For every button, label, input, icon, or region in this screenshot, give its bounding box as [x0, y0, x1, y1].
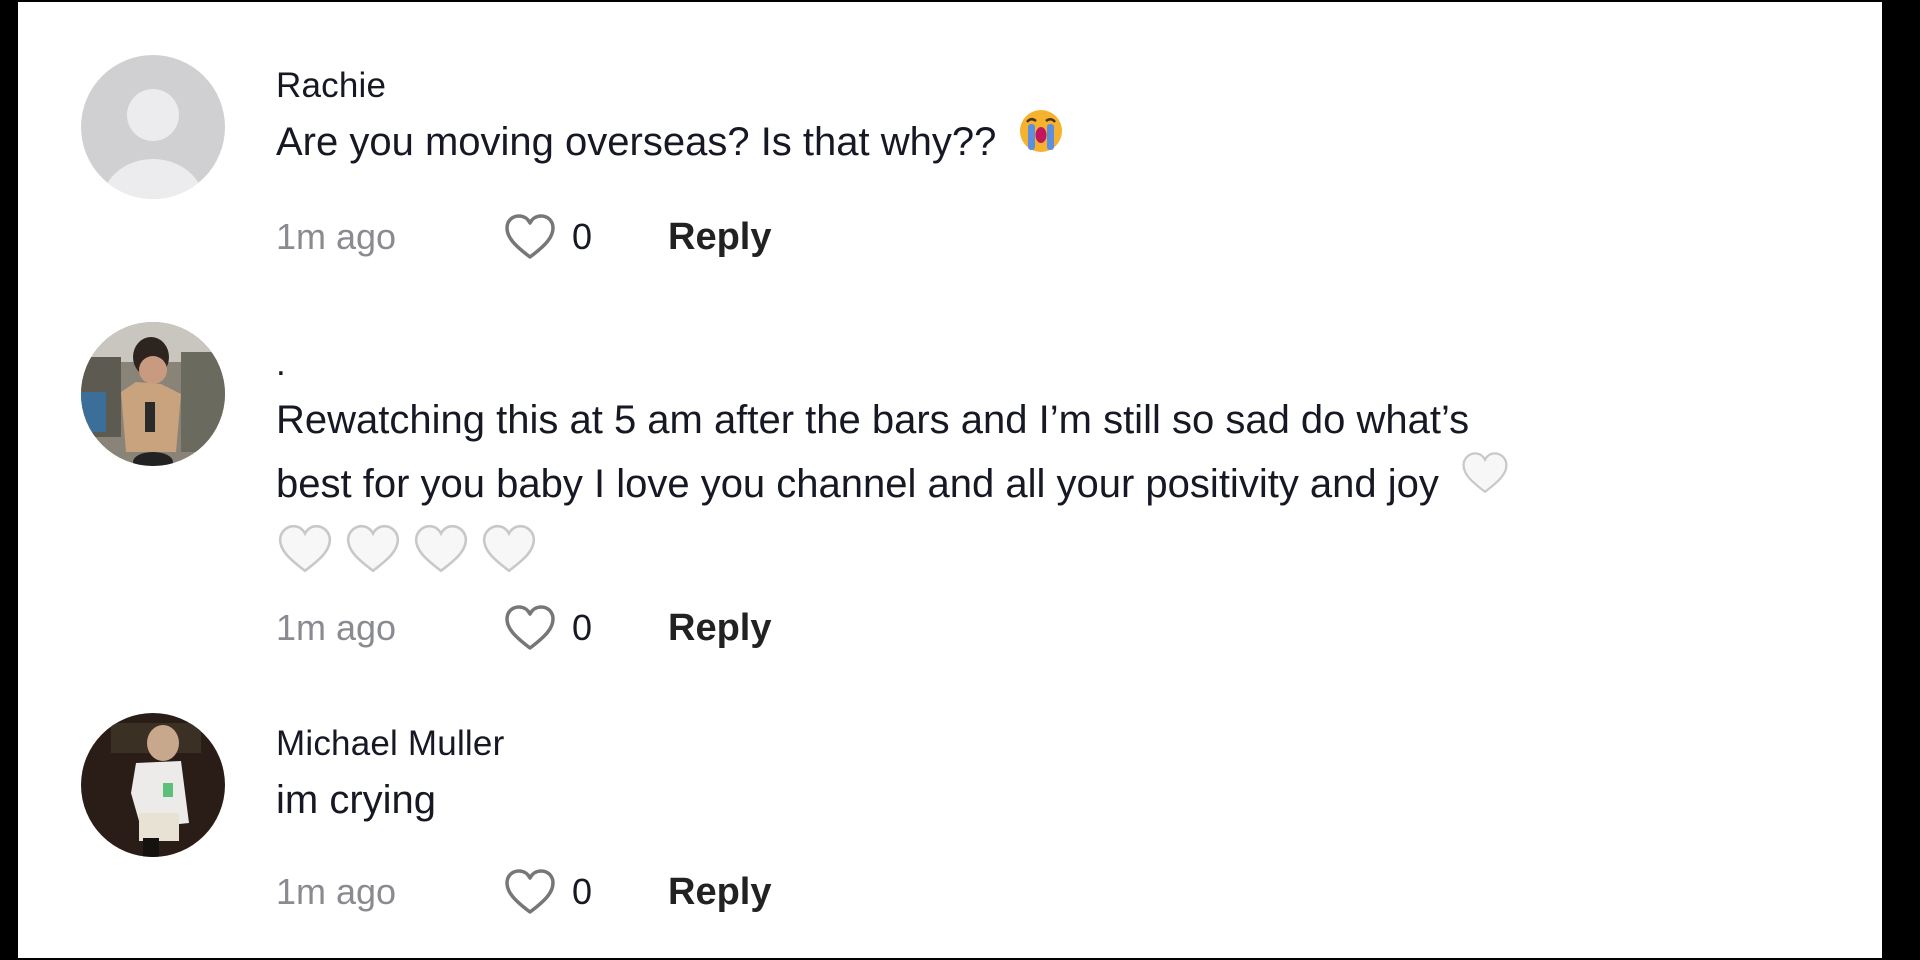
comment-text-line-2: best for you baby I love you channel and…	[276, 452, 1822, 519]
comment-text-line: Rewatching this at 5 am after the bars a…	[276, 398, 1470, 442]
white-heart-icon	[278, 524, 332, 573]
comment-username[interactable]: Rachie	[276, 64, 1822, 108]
white-heart-icon	[346, 524, 400, 573]
heart-outline-icon	[505, 869, 555, 914]
comment-text: Are you moving overseas? Is that why??	[276, 108, 1822, 177]
comment-meta: 1m ago 0 Reply	[276, 598, 771, 658]
like-button[interactable]: 0	[502, 603, 668, 653]
loudly-crying-face-icon	[1018, 108, 1064, 173]
avatar[interactable]	[81, 55, 225, 199]
like-count: 0	[572, 871, 593, 912]
comments-panel: Rachie Are you moving overseas? Is that …	[18, 2, 1882, 958]
like-count: 0	[572, 216, 593, 257]
white-heart-icon	[414, 524, 468, 573]
comment-text-content: Are you moving overseas? Is that why??	[276, 120, 997, 164]
emoji-row	[276, 523, 1822, 575]
like-count: 0	[572, 607, 593, 648]
heart-outline-icon	[505, 605, 555, 650]
comment-text: Rewatching this at 5 am after the bars a…	[276, 388, 1822, 575]
heart-outline-icon	[505, 214, 555, 259]
white-heart-icon	[482, 524, 536, 573]
avatar[interactable]	[81, 322, 225, 466]
reply-button[interactable]: Reply	[668, 607, 771, 650]
white-heart-icon	[1460, 450, 1510, 515]
comment-username[interactable]: Michael Muller	[276, 722, 1822, 766]
comment-meta: 1m ago 0 Reply	[276, 862, 771, 922]
like-button[interactable]: 0	[502, 867, 668, 917]
comment-text: im crying	[276, 778, 437, 822]
comment-username[interactable]: .	[276, 342, 1822, 386]
user-photo-icon	[81, 322, 225, 466]
reply-button[interactable]: Reply	[668, 216, 771, 259]
comment-text-line: best for you baby I love you channel and…	[276, 462, 1439, 506]
comment-timestamp: 1m ago	[276, 871, 397, 912]
avatar[interactable]	[81, 713, 225, 857]
reply-button[interactable]: Reply	[668, 871, 771, 914]
comment-timestamp: 1m ago	[276, 607, 397, 648]
like-button[interactable]: 0	[502, 212, 668, 262]
comment-timestamp: 1m ago	[276, 216, 397, 257]
comment-meta: 1m ago 0 Reply	[276, 207, 771, 267]
user-photo-icon	[81, 713, 225, 857]
default-avatar-icon	[81, 55, 225, 199]
